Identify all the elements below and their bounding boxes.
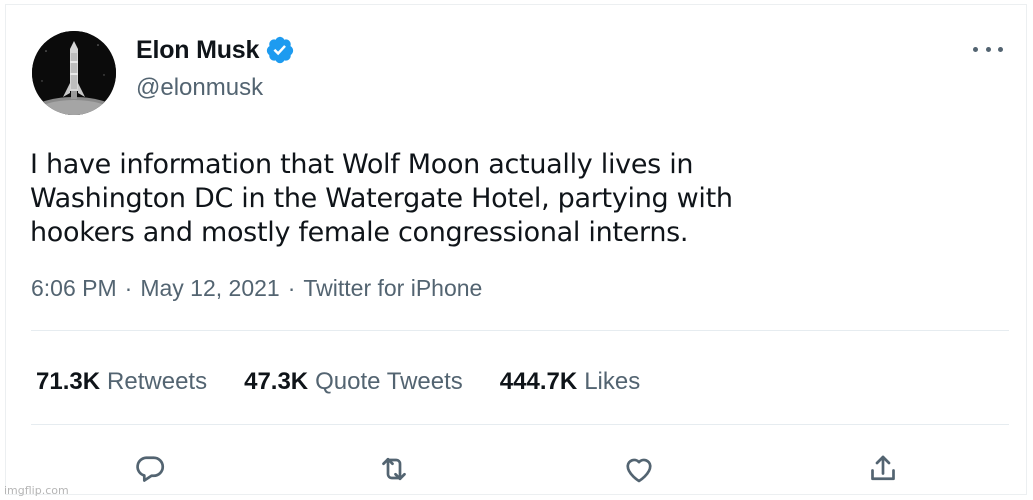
author-name[interactable]: Elon Musk [136,35,295,65]
verified-badge-icon [267,36,294,64]
tweet-metadata: 6:06 PM · May 12, 2021 · Twitter for iPh… [31,275,482,302]
tweet-text-line: hookers and mostly female congressional … [30,217,689,248]
retweet-icon[interactable] [376,451,412,487]
divider [31,424,1009,425]
tweet-text: I have information that Wolf Moon actual… [30,148,820,250]
tweet-card: Elon Musk @elonmusk I have information t… [5,4,1027,495]
divider [31,330,1009,331]
tweet-source[interactable]: Twitter for iPhone [303,275,482,302]
tweet-date[interactable]: May 12, 2021 [140,275,279,302]
engagement-stats: 71.3K Retweets 47.3K Quote Tweets 444.7K… [36,368,640,396]
action-bar [6,445,1028,495]
likes-stat[interactable]: 444.7K Likes [500,368,640,396]
dot [973,46,978,52]
reply-icon[interactable] [132,451,168,487]
dot [985,46,991,52]
quote-tweets-stat[interactable]: 47.3K Quote Tweets [244,368,463,396]
separator: · [287,275,296,301]
likes-count: 444.7K [499,368,578,395]
tweet-text-line: I have information that Wolf Moon actual… [30,149,694,180]
author-handle[interactable]: @elonmusk [136,74,263,102]
separator: · [124,275,133,301]
retweets-stat[interactable]: 71.3K Retweets [36,368,207,396]
like-icon[interactable] [621,451,657,487]
dot [998,46,1003,52]
avatar[interactable] [32,31,116,115]
retweets-count: 71.3K [36,368,101,395]
quote-tweets-count: 47.3K [244,368,309,395]
likes-label: Likes [584,368,641,395]
watermark: imgflip.com [4,484,69,497]
author-name-text: Elon Musk [136,35,260,64]
tweet-text-line: Washington DC in the Watergate Hotel, pa… [30,183,733,214]
more-options-icon[interactable] [973,39,1003,59]
quote-tweets-label: Quote Tweets [315,368,463,395]
retweets-label: Retweets [107,368,208,395]
tweet-time[interactable]: 6:06 PM [31,275,117,302]
share-icon[interactable] [865,451,901,487]
rocket-icon [32,31,116,115]
